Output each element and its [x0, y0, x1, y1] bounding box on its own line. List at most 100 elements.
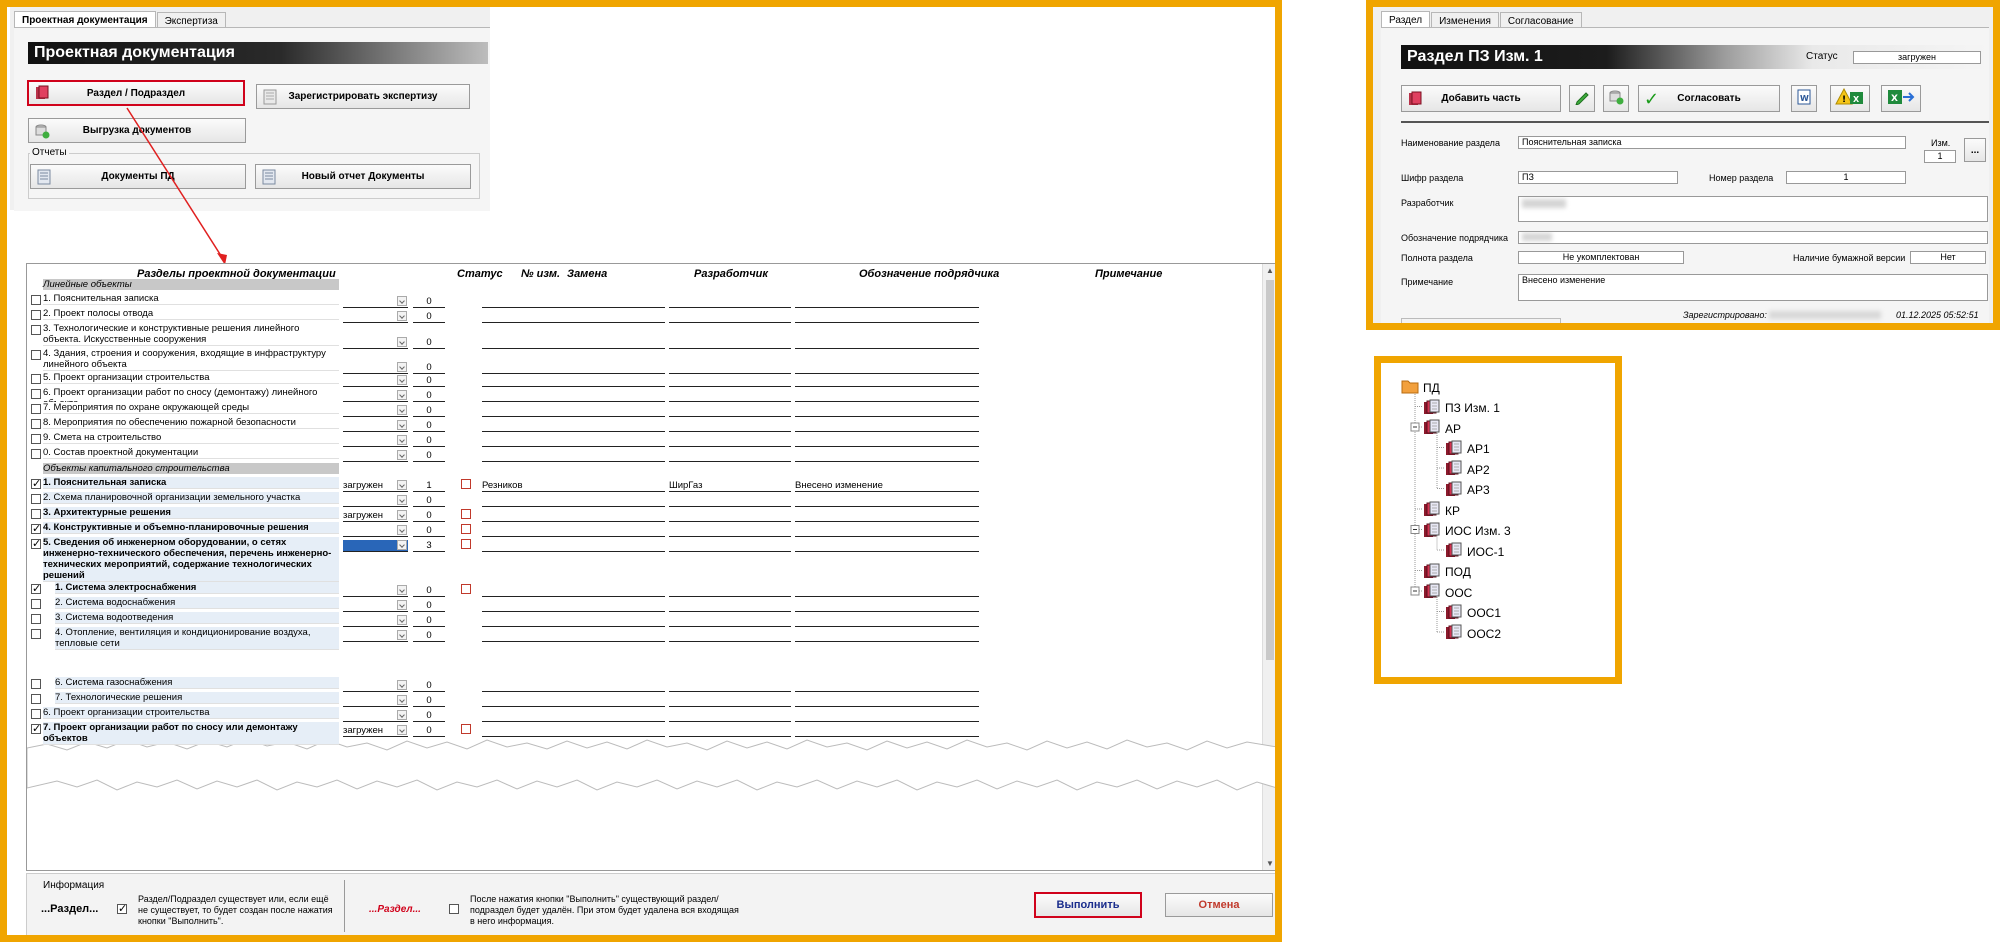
section-title-text: Раздел ПЗ Изм. 1 — [1407, 48, 1543, 65]
excel-icon: X — [1886, 88, 1916, 109]
tree-node[interactable]: АР — [1423, 419, 1461, 438]
tree-node-label: ООС — [1445, 585, 1473, 600]
contractor-field[interactable] — [1518, 231, 1988, 244]
register-expertise-label: Зарегистрировать экспертизу — [288, 91, 438, 102]
svg-text:!: ! — [1842, 95, 1846, 105]
edit-button[interactable] — [1569, 85, 1595, 112]
warning-icon: ! X — [1835, 87, 1865, 109]
svg-text:X: X — [1853, 95, 1860, 104]
scroll-down-arrow[interactable]: ▼ — [1266, 859, 1274, 868]
info-panel: Информация ...Раздел... Раздел/Подраздел… — [26, 873, 1275, 935]
book-icon — [1445, 542, 1463, 561]
replace-checkbox[interactable] — [461, 724, 471, 734]
paper-field[interactable]: Нет — [1910, 251, 1986, 264]
tree-node[interactable]: КР — [1423, 501, 1460, 520]
cancel-button[interactable]: Отмена — [1165, 893, 1273, 917]
row-section-name: 7. Проект организации работ по сносу или… — [43, 722, 339, 745]
tree-node[interactable]: ООС2 — [1445, 624, 1501, 643]
registered-blurred — [1769, 311, 1881, 319]
section-tree: ПД ПЗ Изм. 1 АР АР1 АР2 АР3 КР ИОС Изм. 3 ИОС-1 П… — [1381, 363, 1615, 677]
note-field[interactable]: Внесено изменение — [1518, 274, 1988, 301]
row-checkbox[interactable] — [31, 724, 41, 734]
info-right-checkbox — [449, 904, 459, 914]
row-developer[interactable] — [482, 725, 665, 737]
tree-node-label: АР1 — [1467, 442, 1490, 456]
row-note[interactable] — [795, 710, 979, 722]
warning-excel-button[interactable]: ! X — [1830, 85, 1870, 112]
tree-frame: ПД ПЗ Изм. 1 АР АР1 АР2 АР3 КР ИОС Изм. 3 ИОС-1 П… — [1374, 356, 1622, 684]
row-checkbox[interactable] — [31, 694, 41, 704]
note-label: Примечание — [1401, 277, 1454, 287]
book-icon — [1445, 624, 1463, 643]
info-left-key: ...Раздел... — [41, 903, 99, 915]
database-button[interactable] — [1603, 85, 1629, 112]
name-field[interactable]: Пояснительная записка — [1518, 136, 1906, 149]
completeness-field[interactable]: Не укомплектован — [1518, 251, 1684, 264]
tree-node-label: ПЗ Изм. 1 — [1445, 401, 1500, 415]
row-checkbox[interactable] — [31, 679, 41, 689]
tree-node[interactable]: ПЗ Изм. 1 — [1423, 399, 1500, 418]
row-contractor[interactable] — [669, 710, 791, 722]
registered-date: 01.12.2025 05:52:51 — [1896, 310, 1979, 320]
row-change-number[interactable]: 0 — [413, 725, 445, 737]
tree-node[interactable]: ПОД — [1423, 563, 1471, 582]
tree-node-label: ООС1 — [1467, 606, 1502, 620]
tree-node[interactable]: ООС1 — [1445, 604, 1501, 623]
row-section-name: 7. Технологические решения — [55, 692, 339, 704]
scroll-up-arrow[interactable]: ▲ — [1266, 266, 1274, 275]
row-change-number[interactable]: 0 — [413, 695, 445, 707]
izm-field[interactable]: 1 — [1924, 150, 1956, 163]
izm-more-button[interactable]: ... — [1964, 138, 1986, 162]
execute-button[interactable]: Выполнить — [1034, 892, 1142, 918]
tree-node[interactable]: АР1 — [1445, 440, 1490, 459]
main-window-frame: Проектная документация Экспертиза Проект… — [0, 0, 1282, 942]
row-change-number[interactable]: 0 — [413, 680, 445, 692]
row-developer[interactable] — [482, 695, 665, 707]
number-field[interactable]: 1 — [1786, 171, 1906, 184]
developer-field[interactable] — [1518, 196, 1988, 222]
svg-text:X: X — [1891, 94, 1898, 104]
row-developer[interactable] — [482, 680, 665, 692]
row-developer[interactable] — [482, 710, 665, 722]
svg-text:W: W — [1800, 94, 1809, 103]
add-part-button[interactable]: Добавить часть — [1401, 85, 1561, 112]
row-contractor[interactable] — [669, 695, 791, 707]
book-icon — [1423, 583, 1441, 602]
row-checkbox[interactable] — [31, 709, 41, 719]
tree-node[interactable]: ИОС-1 — [1445, 542, 1504, 561]
status-dropdown-arrow[interactable] — [397, 725, 407, 735]
status-dropdown-arrow[interactable] — [397, 710, 407, 720]
excel-export-button[interactable]: X — [1881, 85, 1921, 112]
row-section-name: 6. Система газоснабжения — [55, 677, 339, 689]
tree-node[interactable]: ИОС Изм. 3 — [1423, 522, 1511, 541]
sections-table: Разделы проектной документации Статус № … — [26, 263, 1275, 871]
table-body-bottom: 6. Система газоснабжения 0 7. Технологичес… — [27, 264, 1259, 870]
info-right-key: ...Раздел... — [369, 904, 421, 915]
tree-node-label: АР2 — [1467, 462, 1490, 477]
word-document-button[interactable]: W — [1791, 85, 1817, 112]
book-icon — [1423, 522, 1441, 541]
row-note[interactable] — [795, 695, 979, 707]
tree-node-label: ИОС Изм. 3 — [1445, 524, 1511, 538]
book-icon — [1423, 399, 1441, 418]
tree-node-label: ООС2 — [1467, 626, 1502, 641]
table-row: 6. Проект организации строительства 0 — [27, 707, 1259, 722]
cipher-field[interactable]: ПЗ — [1518, 171, 1678, 184]
row-note[interactable] — [795, 680, 979, 692]
row-change-number[interactable]: 0 — [413, 710, 445, 722]
tree-node[interactable]: АР3 — [1445, 481, 1490, 500]
row-note[interactable] — [795, 725, 979, 737]
tree-node[interactable]: ПД — [1401, 378, 1440, 397]
book-icon — [1407, 91, 1423, 107]
izm-label: Изм. — [1931, 138, 1951, 148]
tree-node[interactable]: ООС — [1423, 583, 1472, 602]
tree-node[interactable]: АР2 — [1445, 460, 1490, 479]
info-left-checkbox — [117, 904, 127, 914]
status-dropdown-arrow[interactable] — [397, 680, 407, 690]
row-contractor[interactable] — [669, 680, 791, 692]
approve-button[interactable]: ✓ Согласовать — [1638, 85, 1780, 112]
status-dropdown-arrow[interactable] — [397, 695, 407, 705]
scroll-thumb[interactable] — [1266, 280, 1274, 660]
row-contractor[interactable] — [669, 725, 791, 737]
info-left-text: Раздел/Подраздел существует или, если ещ… — [138, 894, 333, 926]
